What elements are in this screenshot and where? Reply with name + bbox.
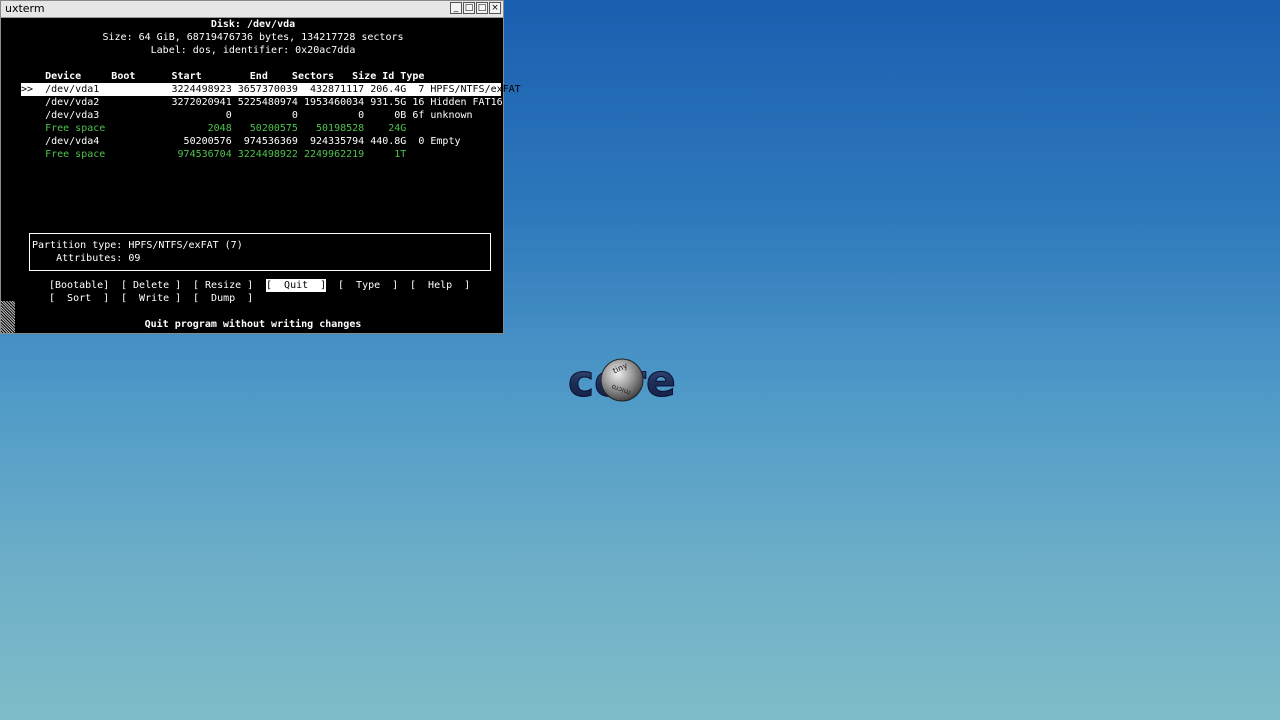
- table-header: Device Boot Start End Sectors Size Id Ty…: [21, 71, 425, 82]
- menu-bootable[interactable]: [Bootable]: [49, 279, 109, 292]
- partition-type-line: Partition type: HPFS/NTFS/exFAT (7): [32, 240, 243, 251]
- menu-quit[interactable]: [ Quit ]: [266, 279, 327, 292]
- disk-size-line: Size: 64 GiB, 68719476736 bytes, 1342177…: [102, 32, 404, 43]
- menu-type[interactable]: [ Type ]: [338, 279, 398, 292]
- window-title: uxterm: [5, 2, 45, 15]
- table-row-free-space-1[interactable]: Free space 2048 50200575 50198528 24G: [21, 122, 406, 135]
- window-titlebar[interactable]: uxterm _ □ □ ×: [1, 1, 503, 18]
- menu-resize[interactable]: [ Resize ]: [193, 279, 253, 292]
- restore-button[interactable]: □: [463, 2, 475, 14]
- menu-dump[interactable]: [ Dump ]: [193, 292, 253, 305]
- menu-sort[interactable]: [ Sort ]: [49, 292, 109, 305]
- xterm-window[interactable]: uxterm _ □ □ × Disk: /dev/vda Size: 64 G…: [0, 0, 521, 334]
- table-row-vda4[interactable]: /dev/vda4 50200576 974536369 924335794 4…: [21, 135, 460, 148]
- table-row-vda3[interactable]: /dev/vda3 0 0 0 0B 6f unknown: [21, 109, 472, 122]
- menu-write[interactable]: [ Write ]: [121, 292, 181, 305]
- partition-attributes-line: Attributes: 09: [32, 253, 141, 264]
- disk-title: Disk: /dev/vda: [210, 19, 296, 30]
- status-line: Quit program without writing changes: [144, 319, 362, 330]
- scrollbar-grip[interactable]: [1, 301, 15, 333]
- partition-info-box: Partition type: HPFS/NTFS/exFAT (7) Attr…: [29, 233, 491, 271]
- disk-label-line: Label: dos, identifier: 0x20ac7dda: [150, 45, 356, 56]
- table-row-vda2[interactable]: /dev/vda2 3272020941 5225480974 19534600…: [21, 96, 503, 109]
- minimize-button[interactable]: _: [450, 2, 462, 14]
- table-row-vda1[interactable]: >> /dev/vda1 3224498923 3657370039 43287…: [21, 83, 521, 96]
- menu-delete[interactable]: [ Delete ]: [121, 279, 181, 292]
- menu-help[interactable]: [ Help ]: [410, 279, 470, 292]
- tinycore-logo: core tiny micro: [568, 356, 676, 408]
- close-button[interactable]: ×: [489, 2, 501, 14]
- maximize-button[interactable]: □: [476, 2, 488, 14]
- terminal-screen[interactable]: Disk: /dev/vda Size: 64 GiB, 68719476736…: [5, 18, 521, 332]
- table-row-free-space-2[interactable]: Free space 974536704 3224498922 22499622…: [21, 148, 406, 161]
